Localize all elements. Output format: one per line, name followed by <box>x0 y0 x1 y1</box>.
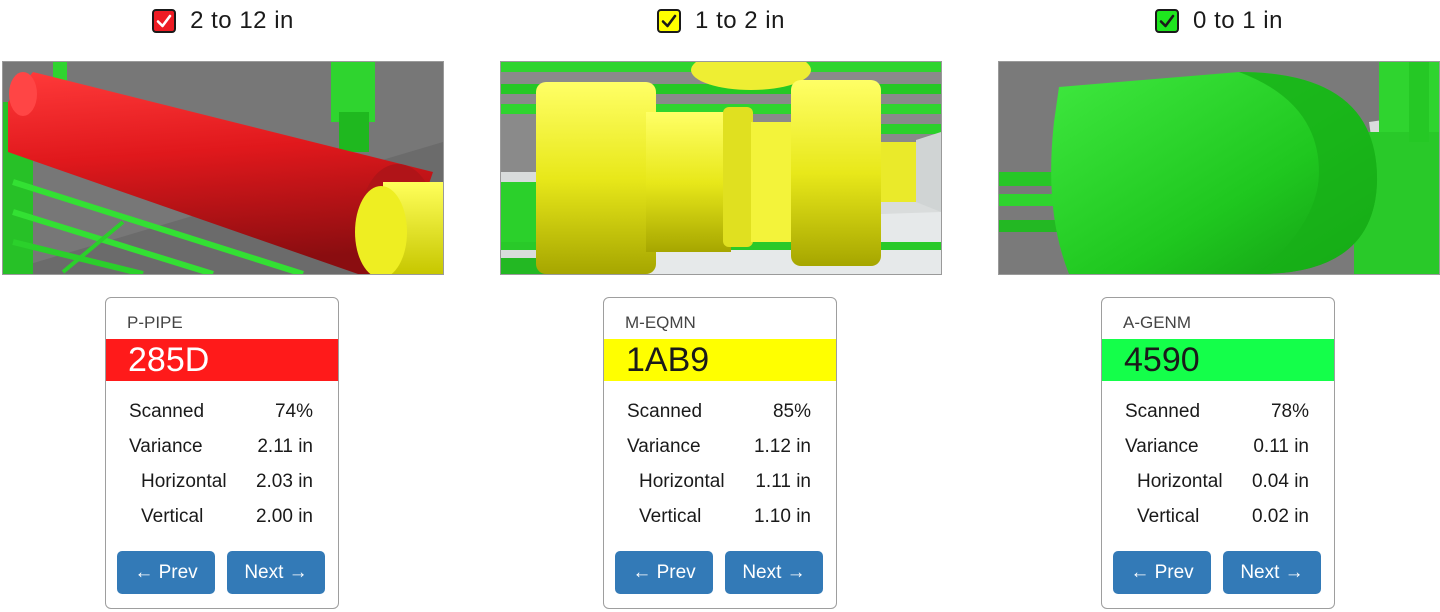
info-card: P-PIPE 285D Scanned 74% Variance 2.11 in… <box>105 297 339 609</box>
legend-item[interactable]: 1 to 2 in <box>500 6 942 36</box>
element-id: 1AB9 <box>626 341 710 379</box>
equipment-render-image <box>501 62 941 274</box>
panel-1-to-2-in: 1 to 2 in M-EQMN 1AB9 Scanned 85% Varian… <box>500 0 942 612</box>
stat-row-variance: Variance 2.11 in <box>106 436 338 460</box>
3d-viewport[interactable] <box>500 61 942 275</box>
stat-label: Scanned <box>627 401 703 422</box>
legend-checkbox[interactable] <box>657 9 682 33</box>
element-id: 4590 <box>1124 341 1200 379</box>
stat-row-vertical: Vertical 1.10 in <box>604 506 836 530</box>
stat-value: 0.11 in <box>1253 436 1309 457</box>
panel-0-to-1-in: 0 to 1 in A-GENM 4590 Scanned 78% Varian… <box>998 0 1440 612</box>
stat-label: Horizontal <box>639 471 725 492</box>
legend-label: 1 to 2 in <box>695 7 785 34</box>
info-card: M-EQMN 1AB9 Scanned 85% Variance 1.12 in… <box>603 297 837 609</box>
stat-label: Scanned <box>1125 401 1201 422</box>
element-id: 285D <box>128 341 210 379</box>
stat-label: Variance <box>627 436 701 457</box>
stat-label: Variance <box>1125 436 1199 457</box>
stat-value: 2.11 in <box>257 436 313 457</box>
stat-row-horizontal: Horizontal 0.04 in <box>1102 471 1334 495</box>
stat-label: Scanned <box>129 401 205 422</box>
id-bar: 285D <box>106 339 338 381</box>
stat-value: 0.04 in <box>1251 471 1309 492</box>
layer-name: P-PIPE <box>127 313 183 332</box>
next-button[interactable]: Next → <box>725 551 823 594</box>
stat-value: 1.10 in <box>753 506 811 527</box>
layer-name: A-GENM <box>1123 313 1191 332</box>
panel-2-to-12-in: 2 to 12 in P-PIPE 285D Scanned 74% Varia… <box>2 0 444 612</box>
stat-row-vertical: Vertical 0.02 in <box>1102 506 1334 530</box>
stat-row-horizontal: Horizontal 2.03 in <box>106 471 338 495</box>
3d-viewport[interactable] <box>998 61 1440 275</box>
stat-value: 2.03 in <box>255 471 313 492</box>
layer-name: M-EQMN <box>625 313 696 332</box>
next-button[interactable]: Next → <box>227 551 325 594</box>
legend-item[interactable]: 0 to 1 in <box>998 6 1440 36</box>
stat-label: Variance <box>129 436 203 457</box>
stat-value: 1.11 in <box>755 471 811 492</box>
stat-value: 85% <box>772 401 811 422</box>
stat-value: 2.00 in <box>255 506 313 527</box>
stat-row-scanned: Scanned 78% <box>1102 401 1334 425</box>
stat-label: Vertical <box>639 506 702 527</box>
stat-row-variance: Variance 0.11 in <box>1102 436 1334 460</box>
generic-model-render-image <box>999 62 1439 274</box>
id-bar: 1AB9 <box>604 339 836 381</box>
stat-row-scanned: Scanned 85% <box>604 401 836 425</box>
stat-label: Horizontal <box>1137 471 1223 492</box>
stat-label: Vertical <box>141 506 204 527</box>
prev-button[interactable]: ← Prev <box>117 551 215 594</box>
checkmark-icon <box>661 14 677 28</box>
legend-checkbox[interactable] <box>152 9 177 33</box>
checkmark-icon <box>1159 14 1175 28</box>
next-button[interactable]: Next → <box>1223 551 1321 594</box>
id-bar: 4590 <box>1102 339 1334 381</box>
legend-label: 2 to 12 in <box>190 7 294 34</box>
legend-checkbox[interactable] <box>1155 9 1180 33</box>
stat-row-variance: Variance 1.12 in <box>604 436 836 460</box>
stat-row-scanned: Scanned 74% <box>106 401 338 425</box>
stat-row-horizontal: Horizontal 1.11 in <box>604 471 836 495</box>
stat-value: 1.12 in <box>753 436 811 457</box>
prev-button[interactable]: ← Prev <box>1113 551 1211 594</box>
pipe-render-image <box>3 62 443 274</box>
stat-row-vertical: Vertical 2.00 in <box>106 506 338 530</box>
stat-value: 74% <box>274 401 313 422</box>
stat-value: 78% <box>1270 401 1309 422</box>
stat-label: Vertical <box>1137 506 1200 527</box>
stat-label: Horizontal <box>141 471 227 492</box>
checkmark-icon <box>156 14 172 28</box>
3d-viewport[interactable] <box>2 61 444 275</box>
legend-item[interactable]: 2 to 12 in <box>2 6 444 36</box>
prev-button[interactable]: ← Prev <box>615 551 713 594</box>
legend-label: 0 to 1 in <box>1193 7 1283 34</box>
info-card: A-GENM 4590 Scanned 78% Variance 0.11 in… <box>1101 297 1335 609</box>
stat-value: 0.02 in <box>1251 506 1309 527</box>
